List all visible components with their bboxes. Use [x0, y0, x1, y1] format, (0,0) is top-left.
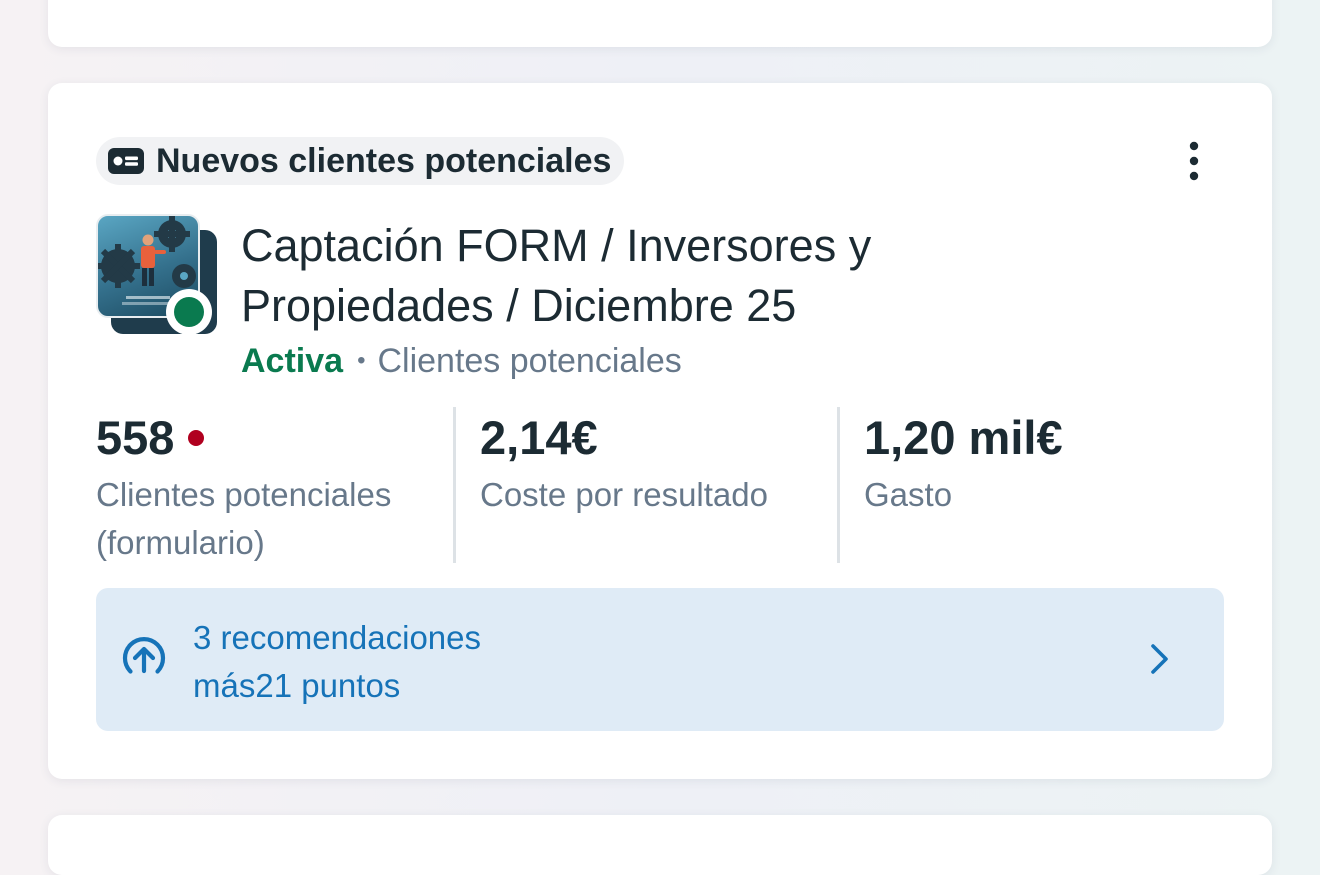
campaign-type-chip: Nuevos clientes potenciales	[96, 137, 625, 185]
campaign-status-row: Activa • Clientes potenciales	[241, 339, 682, 383]
metric-leads-value-row: 558	[96, 405, 448, 471]
metric-spend-value: 1,20 mil€	[864, 411, 1063, 464]
recommendations-text: 3 recomendaciones más21 puntos	[193, 614, 481, 710]
active-status-dot	[174, 297, 204, 327]
more-options-button[interactable]	[1172, 133, 1216, 189]
lead-form-icon	[108, 148, 144, 174]
chevron-right-icon	[1151, 644, 1168, 674]
alert-dot-icon	[188, 430, 205, 446]
previous-card[interactable]	[48, 0, 1272, 47]
metric-divider	[453, 407, 456, 563]
metric-divider	[837, 407, 840, 563]
recommendations-banner[interactable]: 3 recomendaciones más21 puntos	[96, 588, 1224, 731]
arrow-up-circle-icon	[122, 637, 166, 674]
metric-spend[interactable]: 1,20 mil€ Gasto	[864, 405, 1216, 519]
recommendations-title: 3 recomendaciones	[193, 619, 482, 656]
metric-cost-per-result[interactable]: 2,14€ Coste por resultado	[480, 405, 832, 519]
status-label: Activa	[241, 342, 344, 380]
more-vertical-icon	[1189, 141, 1199, 181]
metric-leads-label: Clientes potenciales (formulario)	[96, 476, 392, 561]
metric-leads-value: 558	[96, 411, 175, 464]
campaign-thumbnail[interactable]	[96, 214, 220, 338]
active-status-indicator	[166, 289, 212, 335]
metric-cost-value: 2,14€	[480, 411, 598, 464]
metric-leads[interactable]: 558 Clientes potenciales (formulario)	[96, 405, 448, 567]
objective-label: Clientes potenciales	[377, 342, 682, 380]
next-card[interactable]	[48, 815, 1272, 875]
metric-spend-label: Gasto	[864, 476, 953, 513]
metric-cost-label: Coste por resultado	[480, 476, 768, 513]
campaign-type-label: Nuevos clientes potenciales	[156, 141, 612, 180]
campaign-card[interactable]: Nuevos clientes potenciales Captación FO…	[48, 83, 1272, 779]
campaign-title[interactable]: Captación FORM / Inversores y Propiedade…	[241, 216, 1041, 336]
status-separator: •	[357, 347, 366, 374]
recommendations-subtitle: más21 puntos	[193, 667, 401, 704]
